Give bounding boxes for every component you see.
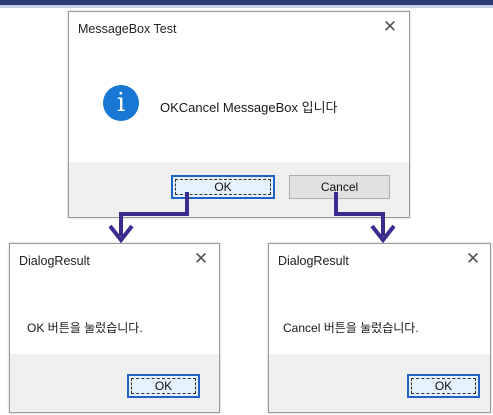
- flow-arrows: [108, 192, 396, 244]
